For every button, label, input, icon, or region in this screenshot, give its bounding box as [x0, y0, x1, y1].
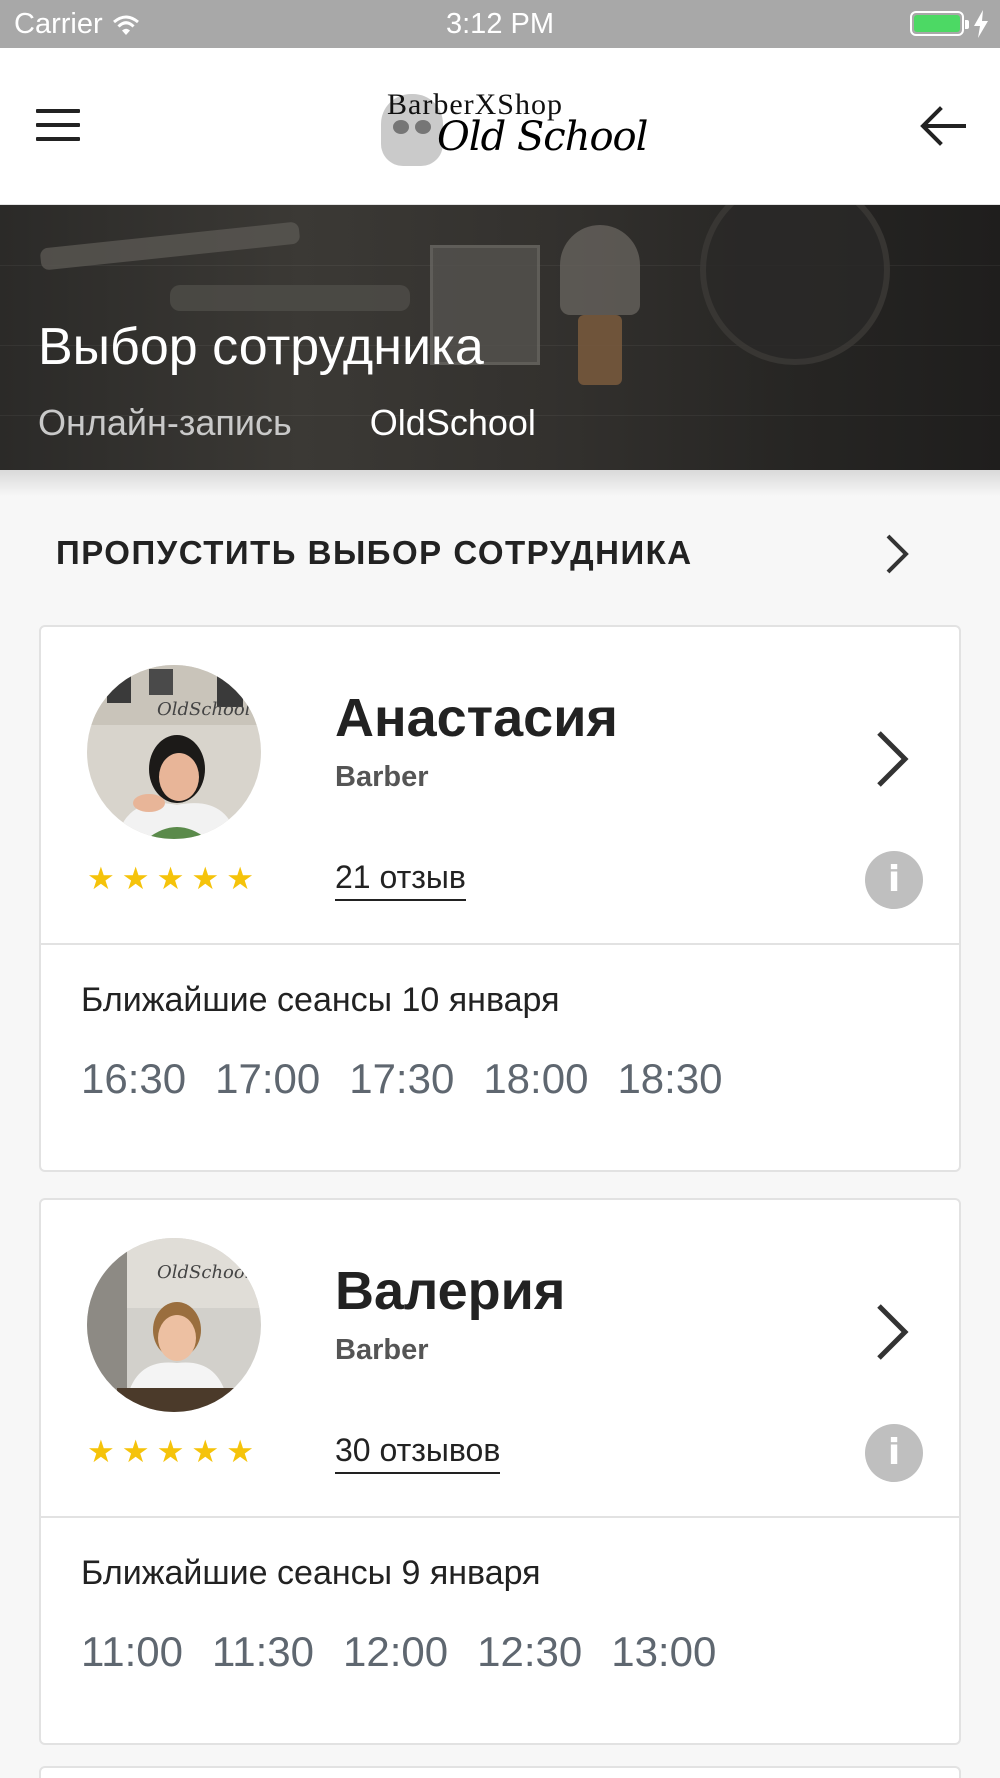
status-bar: Carrier 3:12 PM	[0, 0, 1000, 48]
employee-card-header[interactable]: OldSchool ★ ★ ★ ★ ★ Валерия Barber 30 от…	[41, 1200, 959, 1518]
battery-level	[914, 15, 960, 32]
avatar: OldSchool	[87, 1238, 261, 1412]
star-icon: ★	[226, 1434, 254, 1469]
charging-bolt-icon	[974, 10, 988, 38]
time-slots: 16:30 17:00 17:30 18:00 18:30	[81, 1055, 752, 1103]
time-slot[interactable]: 12:30	[477, 1628, 582, 1676]
rating-stars: ★ ★ ★ ★ ★	[87, 863, 254, 894]
reviews-link[interactable]: 21 отзыв	[335, 859, 466, 901]
time-slot[interactable]: 18:30	[617, 1055, 722, 1103]
info-icon[interactable]: i	[865, 851, 923, 909]
menu-line	[36, 137, 80, 141]
breadcrumb-online-booking[interactable]: Онлайн-запись	[38, 402, 292, 443]
star-icon: ★	[87, 1434, 115, 1469]
avatar: OldSchool	[87, 665, 261, 839]
star-icon: ★	[121, 1434, 150, 1469]
arrow-left-icon[interactable]	[920, 106, 966, 146]
skip-label: ПРОПУСТИТЬ ВЫБОР СОТРУДНИКА	[56, 534, 693, 571]
svg-text:OldSchool: OldSchool	[157, 699, 251, 720]
time-slot[interactable]: 17:00	[215, 1055, 320, 1103]
star-icon: ★	[191, 861, 220, 896]
time-slot[interactable]: 18:00	[483, 1055, 588, 1103]
time-slot[interactable]: 12:00	[343, 1628, 448, 1676]
employee-role: Barber	[335, 1334, 429, 1366]
razor-decoration	[39, 221, 301, 271]
employee-card: OldSchool ★ ★ ★ ★ ★ Валерия Barber 30 от…	[39, 1198, 961, 1745]
star-icon: ★	[226, 861, 254, 896]
reviews-link[interactable]: 30 отзывов	[335, 1432, 501, 1474]
employee-card-header[interactable]: OldSchool ★ ★ ★ ★ ★ Анастасия Barber 21 …	[41, 627, 959, 945]
time-slot[interactable]: 16:30	[81, 1055, 186, 1103]
employee-name: Валерия	[335, 1261, 566, 1321]
employee-role: Barber	[335, 761, 429, 793]
battery-icon	[910, 11, 969, 36]
hero-banner: Выбор сотрудника Онлайн-запись OldSchool	[0, 205, 1000, 470]
nearest-sessions-label: Ближайшие сеансы 9 января	[81, 1554, 541, 1592]
time-slot[interactable]: 11:30	[212, 1628, 314, 1676]
time-slots: 11:00 11:30 12:00 12:30 13:00	[81, 1628, 745, 1676]
employee-name: Анастасия	[335, 688, 618, 748]
star-icon: ★	[87, 861, 115, 896]
time-slot[interactable]: 11:00	[81, 1628, 183, 1676]
chevron-right-icon	[877, 731, 909, 787]
time-slot[interactable]: 17:30	[349, 1055, 454, 1103]
shaving-brush-decoration	[560, 225, 640, 315]
chevron-right-icon	[877, 1304, 909, 1360]
star-icon: ★	[156, 1434, 185, 1469]
status-time: 3:12 PM	[446, 8, 554, 40]
barbershop-logo: BarberXShop Old School	[375, 84, 648, 170]
info-icon[interactable]: i	[865, 1424, 923, 1482]
employee-card	[39, 1766, 961, 1778]
nav-bar: BarberXShop Old School	[0, 48, 1000, 205]
page-title: Выбор сотрудника	[38, 318, 484, 376]
menu-line	[36, 123, 80, 127]
employee-card: OldSchool ★ ★ ★ ★ ★ Анастасия Barber 21 …	[39, 625, 961, 1172]
hero-shadow	[0, 470, 1000, 496]
brush-handle-decoration	[578, 315, 622, 385]
breadcrumb-salon[interactable]: OldSchool	[370, 402, 536, 443]
rating-stars: ★ ★ ★ ★ ★	[87, 1436, 254, 1467]
hamburger-menu-icon[interactable]	[36, 109, 80, 143]
skip-employee-selection-button[interactable]: ПРОПУСТИТЬ ВЫБОР СОТРУДНИКА	[0, 510, 1000, 600]
nearest-sessions-label: Ближайшие сеансы 10 января	[81, 981, 560, 1019]
chevron-right-icon	[886, 534, 909, 574]
star-icon: ★	[191, 1434, 220, 1469]
razor-decoration	[170, 285, 410, 311]
menu-line	[36, 109, 80, 113]
battery-tip	[965, 20, 969, 29]
logo-bottom-text: Old School	[437, 114, 648, 160]
star-icon: ★	[121, 861, 150, 896]
breadcrumb: Онлайн-запись OldSchool	[38, 402, 536, 444]
bowl-decoration	[700, 205, 890, 365]
star-icon: ★	[156, 861, 185, 896]
time-slot[interactable]: 13:00	[611, 1628, 716, 1676]
svg-text:OldSchool: OldSchool	[157, 1262, 251, 1283]
